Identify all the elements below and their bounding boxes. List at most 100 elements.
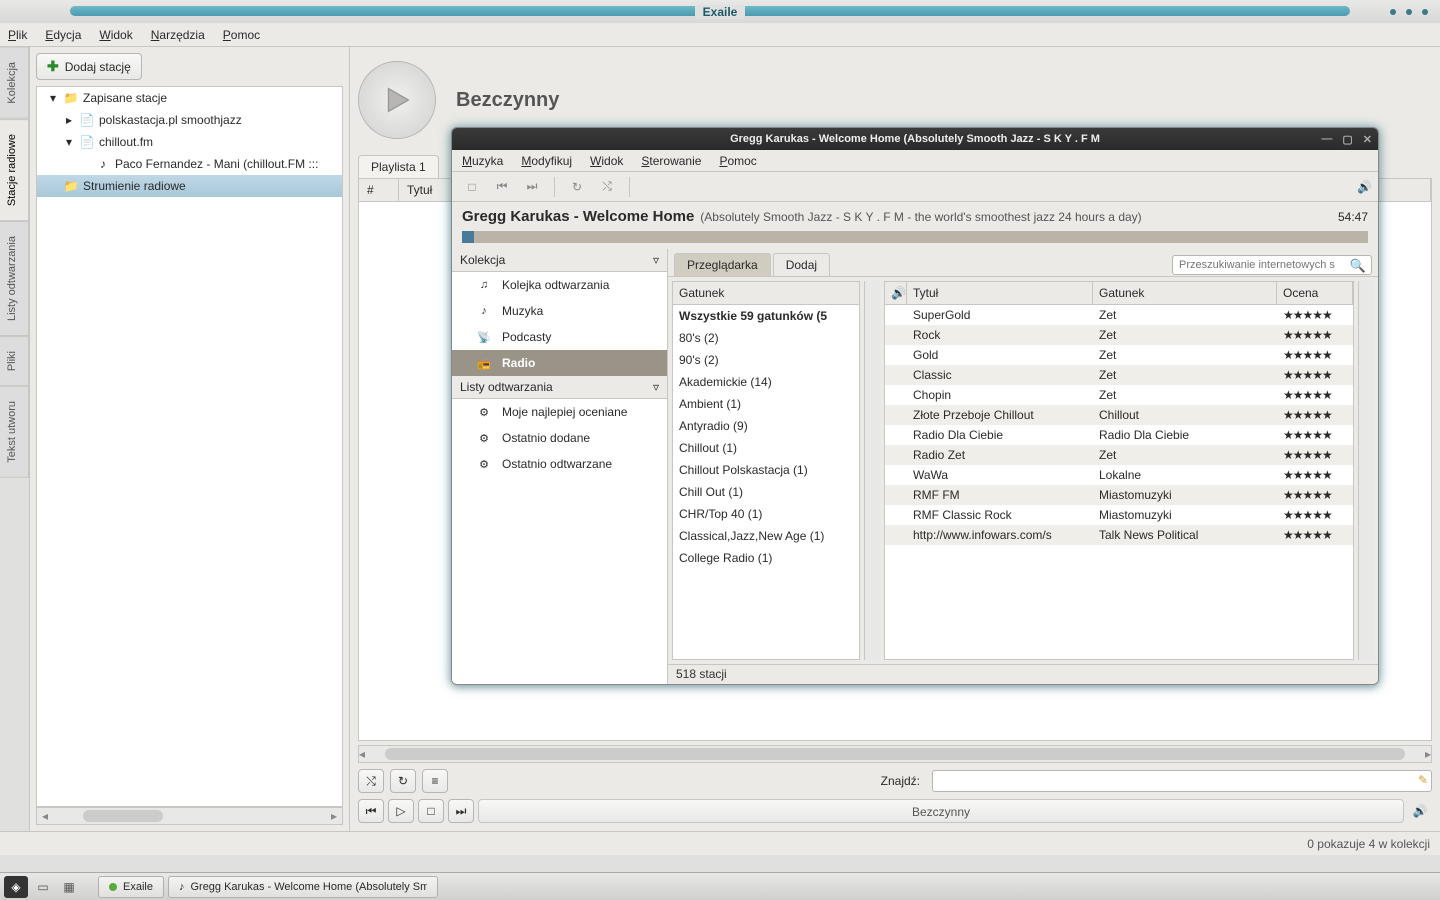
w2-menu-sterowanie[interactable]: Sterowanie (641, 154, 701, 168)
col-rating[interactable]: Ocena (1277, 282, 1353, 304)
maximize-icon[interactable]: ▢ (1342, 133, 1352, 146)
station-row[interactable]: http://www.infowars.com/sTalk News Polit… (885, 525, 1353, 545)
tree-row[interactable]: 📁Strumienie radiowe (37, 175, 342, 197)
clear-icon[interactable]: ✎ (1418, 773, 1428, 787)
menu-pomoc[interactable]: Pomoc (223, 28, 260, 42)
sidebar-item[interactable]: ⚙Ostatnio dodane (452, 425, 667, 451)
station-row[interactable]: RockZet★★★★★ (885, 325, 1353, 345)
genre-item[interactable]: Chill Out (1) (673, 481, 859, 503)
taskbar-item[interactable]: Exaile (98, 876, 164, 898)
station-row[interactable]: ClassicZet★★★★★ (885, 365, 1353, 385)
side-tab-kolekcja[interactable]: Kolekcja (0, 47, 29, 119)
w2-menu-pomoc[interactable]: Pomoc (719, 154, 756, 168)
w2-menu-muzyka[interactable]: Muzyka (462, 154, 503, 168)
station-tree[interactable]: ▾📁Zapisane stacje▸📄polskastacja.pl smoot… (36, 86, 343, 807)
sidebar-item[interactable]: ♫Kolejka odtwarzania (452, 272, 667, 298)
w2-volume-icon[interactable]: 🔊 (1357, 180, 1372, 194)
genre-item[interactable]: Antyradio (9) (673, 415, 859, 437)
main-hscroll[interactable]: ◂▸ (358, 745, 1432, 763)
col-genre[interactable]: Gatunek (1093, 282, 1277, 304)
find-input[interactable] (932, 770, 1432, 792)
station-row[interactable]: RMF FMMiastomuzyki★★★★★ (885, 485, 1353, 505)
sidebar-item[interactable]: ⚙Ostatnio odtwarzane (452, 451, 667, 477)
side-tab-pliki[interactable]: Pliki (0, 336, 29, 386)
repeat-button[interactable]: ↻ (390, 769, 416, 793)
genre-item[interactable]: Classical,Jazz,New Age (1) (673, 525, 859, 547)
side-tab-tekst[interactable]: Tekst utworu (0, 386, 29, 478)
prev-button[interactable]: ⏮ (358, 799, 384, 823)
genre-item[interactable]: Ambient (1) (673, 393, 859, 415)
sidebar-item[interactable]: 📻Radio (452, 350, 667, 376)
w2-menu-widok[interactable]: Widok (590, 154, 623, 168)
w2-prev-button[interactable]: ⏮ (488, 175, 516, 199)
station-row[interactable]: ChopinZet★★★★★ (885, 385, 1353, 405)
section-listy[interactable]: Listy odtwarzania▿ (452, 376, 667, 399)
tree-row[interactable]: ▾📄chillout.fm (37, 131, 342, 153)
w2-next-button[interactable]: ⏭ (518, 175, 546, 199)
section-kolekcja[interactable]: Kolekcja▿ (452, 249, 667, 272)
close-icon[interactable]: ✕ (1363, 133, 1372, 146)
side-tab-listy[interactable]: Listy odtwarzania (0, 221, 29, 336)
play-circle[interactable] (358, 61, 436, 139)
taskbar-item[interactable]: ♪Gregg Karukas - Welcome Home (Absolutel… (168, 876, 438, 898)
window-controls[interactable] (1390, 9, 1428, 15)
shuffle-button[interactable]: ⤭ (358, 769, 384, 793)
genre-scrollbar[interactable] (864, 281, 880, 660)
station-row[interactable]: Radio ZetZet★★★★★ (885, 445, 1353, 465)
workspace-icon[interactable]: ▦ (58, 876, 80, 898)
genre-item[interactable]: Akademickie (14) (673, 371, 859, 393)
genre-header[interactable]: Gatunek (673, 282, 859, 305)
desktop-icon[interactable]: ▭ (32, 876, 54, 898)
station-row[interactable]: GoldZet★★★★★ (885, 345, 1353, 365)
w2-menu-modyfikuj[interactable]: Modyfikuj (521, 154, 572, 168)
search-icon[interactable]: 🔍 (1350, 258, 1366, 274)
side-tab-stacje[interactable]: Stacje radiowe (0, 119, 29, 221)
station-row[interactable]: Złote Przeboje ChilloutChillout★★★★★ (885, 405, 1353, 425)
station-row[interactable]: SuperGoldZet★★★★★ (885, 305, 1353, 325)
genre-item[interactable]: Chillout Polskastacja (1) (673, 459, 859, 481)
menu-widok[interactable]: Widok (99, 28, 132, 42)
station-list[interactable]: SuperGoldZet★★★★★RockZet★★★★★GoldZet★★★★… (885, 305, 1353, 659)
genre-item[interactable]: Wszystkie 59 gatunków (5 (673, 305, 859, 327)
play-button[interactable]: ▷ (388, 799, 414, 823)
progress-bar[interactable] (462, 231, 1368, 243)
next-button[interactable]: ⏭ (448, 799, 474, 823)
w2-stop-button[interactable]: □ (458, 175, 486, 199)
tree-row[interactable]: ▸📄polskastacja.pl smoothjazz (37, 109, 342, 131)
launcher-icon[interactable]: ◈ (4, 876, 28, 898)
tab-browse[interactable]: Przeglądarka (674, 253, 771, 277)
genre-item[interactable]: College Radio (1) (673, 547, 859, 569)
genre-item[interactable]: 90's (2) (673, 349, 859, 371)
minimize-icon[interactable]: — (1321, 133, 1332, 146)
col-play-icon[interactable]: 🔊 (885, 282, 907, 304)
add-station-button[interactable]: ✚ Dodaj stację (36, 53, 142, 80)
genre-item[interactable]: CHR/Top 40 (1) (673, 503, 859, 525)
w2-shuffle-button[interactable]: ⤭ (593, 175, 621, 199)
win2-titlebar[interactable]: Gregg Karukas - Welcome Home (Absolutely… (452, 128, 1378, 150)
genre-list[interactable]: Wszystkie 59 gatunków (580's (2)90's (2)… (673, 305, 859, 659)
genre-item[interactable]: 80's (2) (673, 327, 859, 349)
sidebar-item[interactable]: 📡Podcasty (452, 324, 667, 350)
sidebar-item[interactable]: ⚙Moje najlepiej oceniane (452, 399, 667, 425)
sidebar-item[interactable]: ♪Muzyka (452, 298, 667, 324)
menu-edycja[interactable]: Edycja (45, 28, 81, 42)
tree-row[interactable]: ▾📁Zapisane stacje (37, 87, 342, 109)
tab-add[interactable]: Dodaj (773, 253, 830, 277)
station-row[interactable]: RMF Classic RockMiastomuzyki★★★★★ (885, 505, 1353, 525)
menu-plik[interactable]: Plik (8, 28, 27, 42)
list-button[interactable]: ≡ (422, 769, 448, 793)
stop-button[interactable]: □ (418, 799, 444, 823)
win2-controls[interactable]: — ▢ ✕ (1321, 133, 1372, 146)
station-row[interactable]: Radio Dla CiebieRadio Dla Ciebie★★★★★ (885, 425, 1353, 445)
volume-icon[interactable]: 🔊 (1408, 804, 1432, 818)
playlist-tab[interactable]: Playlista 1 (358, 155, 439, 178)
col-num[interactable]: # (359, 179, 399, 201)
station-row[interactable]: WaWaLokalne★★★★★ (885, 465, 1353, 485)
genre-item[interactable]: Chillout (1) (673, 437, 859, 459)
col-title[interactable]: Tytuł (907, 282, 1093, 304)
search-input[interactable] (1172, 255, 1372, 275)
left-hscroll[interactable]: ◂▸ (36, 807, 343, 825)
menu-narzedzia[interactable]: Narzędzia (151, 28, 205, 42)
tree-row[interactable]: ♪Paco Fernandez - Mani (chillout.FM ::: (37, 153, 342, 175)
w2-repeat-button[interactable]: ↻ (563, 175, 591, 199)
